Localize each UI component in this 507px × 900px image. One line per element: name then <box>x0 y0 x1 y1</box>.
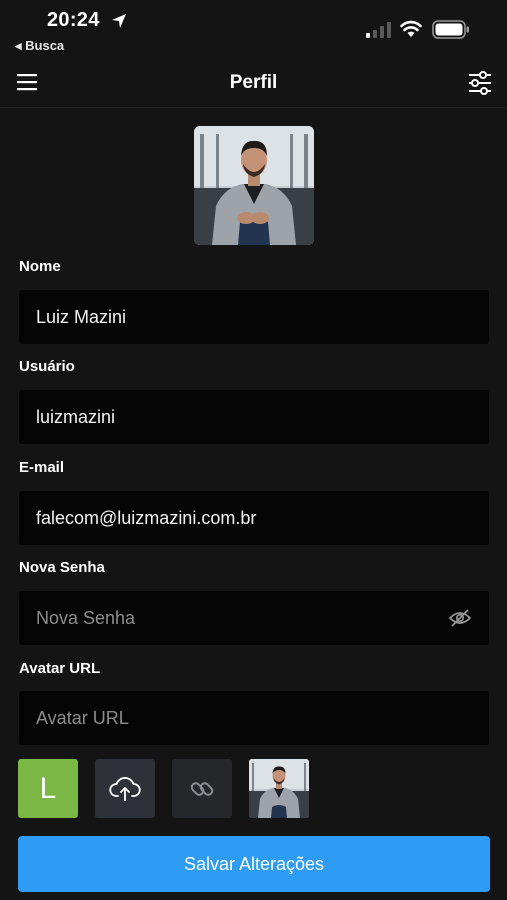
new-password-input[interactable]: Nova Senha <box>19 591 489 645</box>
save-changes-button[interactable]: Salvar Alterações <box>18 836 490 892</box>
letter-avatar-option[interactable]: L <box>18 759 78 818</box>
new-password-placeholder: Nova Senha <box>36 607 136 628</box>
avatar-url-placeholder: Avatar URL <box>36 707 129 728</box>
wifi-icon <box>400 20 422 37</box>
email-input[interactable]: falecom@luizmazini.com.br <box>19 491 489 545</box>
name-label: Nome <box>19 258 61 275</box>
cloud-upload-icon <box>109 776 141 801</box>
link-icon <box>190 781 214 796</box>
back-to-app-link[interactable]: ◂ Busca <box>15 38 64 54</box>
battery-icon <box>432 20 469 39</box>
location-arrow-icon <box>112 14 126 28</box>
page-title: Perfil <box>229 72 278 93</box>
photo-avatar-option[interactable] <box>249 759 309 818</box>
new-password-label: Nova Senha <box>19 559 105 576</box>
cellular-signal-icon <box>366 22 391 38</box>
avatar-url-input[interactable]: Avatar URL <box>19 691 489 745</box>
sliders-settings-icon[interactable] <box>467 70 493 96</box>
name-input[interactable]: Luiz Mazini <box>19 290 489 344</box>
avatar-url-label: Avatar URL <box>19 660 101 677</box>
upload-avatar-option[interactable] <box>95 759 155 818</box>
status-bar: 20:24 ◂ Busca <box>0 0 507 58</box>
link-avatar-option[interactable] <box>172 759 232 818</box>
username-label: Usuário <box>19 358 75 375</box>
email-label: E-mail <box>19 459 65 476</box>
letter-avatar-initial: L <box>39 771 57 805</box>
eye-off-icon[interactable] <box>449 608 471 628</box>
profile-avatar[interactable] <box>194 126 314 245</box>
nav-bar: Perfil <box>0 58 507 108</box>
status-time: 20:24 <box>47 9 100 31</box>
username-input[interactable]: luizmazini <box>19 390 489 444</box>
